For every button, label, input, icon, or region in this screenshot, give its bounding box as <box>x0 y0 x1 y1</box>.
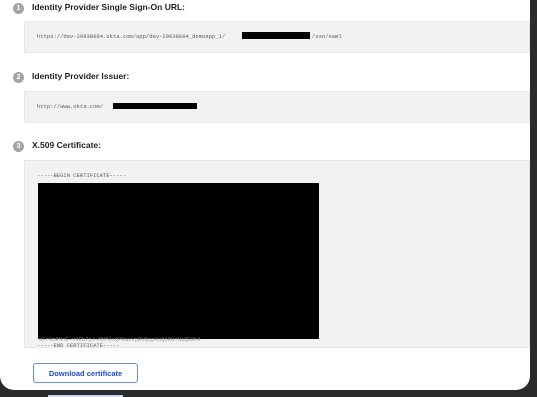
settings-panel: 1 Identity Provider Single Sign-On URL: … <box>0 0 530 390</box>
step-1-label: Identity Provider Single Sign-On URL: <box>32 2 186 12</box>
download-certificate-button[interactable]: Download certificate <box>33 363 138 383</box>
sso-url-redaction <box>242 32 310 39</box>
step-2-badge: 2 <box>13 72 24 83</box>
sso-url-prefix: https://dev-29938694.okta.com/app/dev-29… <box>37 33 226 40</box>
step-1-badge: 1 <box>13 3 24 14</box>
issuer-box[interactable]: http://www.okta.com/ <box>24 91 530 123</box>
cert-begin-line: -----BEGIN CERTIFICATE----- <box>37 172 127 179</box>
certificate-box[interactable]: -----BEGIN CERTIFICATE----- uFr0mRNnE+v9… <box>24 160 530 349</box>
issuer-prefix: http://www.okta.com/ <box>37 103 104 110</box>
issuer-redaction <box>113 103 197 109</box>
cert-end-line: -----END CERTIFICATE----- <box>37 342 120 349</box>
sso-url-suffix: /sso/saml <box>312 33 342 40</box>
sso-url-box[interactable]: https://dev-29938694.okta.com/app/dev-29… <box>24 21 530 53</box>
certificate-redaction <box>38 183 319 339</box>
step-3-label: X.509 Certificate: <box>32 140 101 150</box>
step-2-label: Identity Provider Issuer: <box>32 71 130 81</box>
step-3-badge: 3 <box>13 141 24 152</box>
